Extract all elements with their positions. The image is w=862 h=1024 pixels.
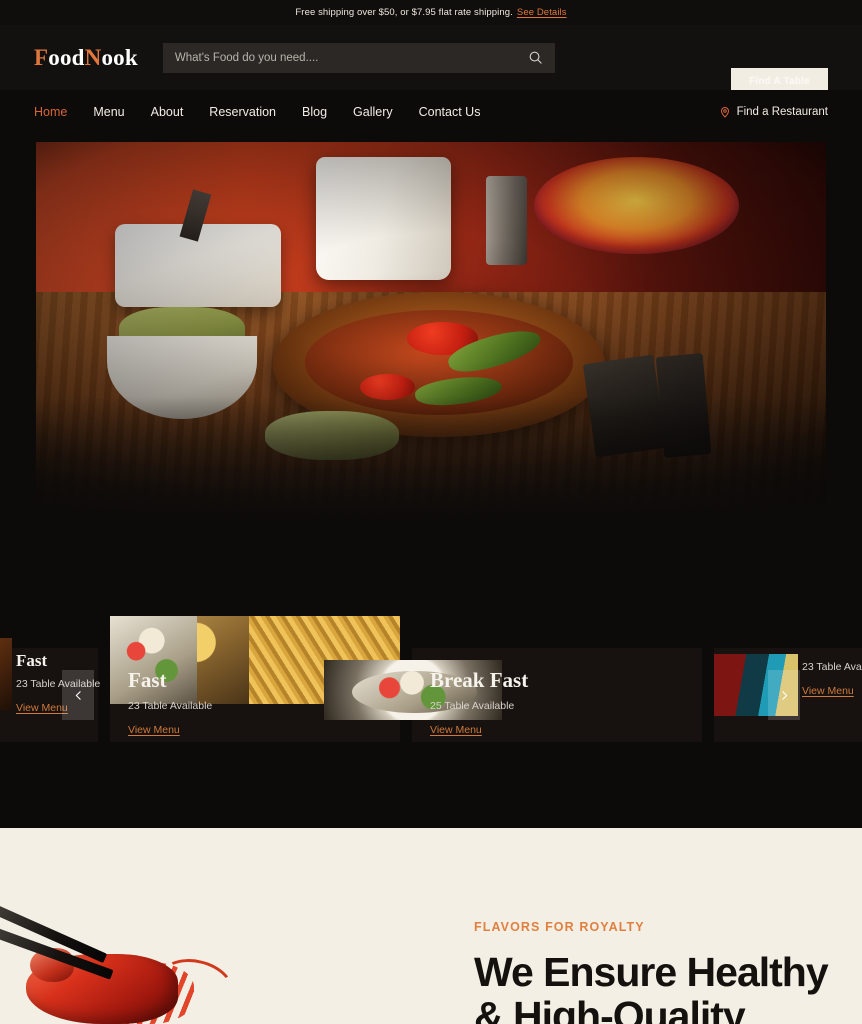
slide-view-menu-link[interactable]: View Menu (128, 724, 180, 736)
nav-item-blog[interactable]: Blog (302, 105, 327, 119)
carousel-next-button[interactable] (768, 670, 800, 720)
main-navigation: Home Menu About Reservation Blog Gallery… (0, 90, 862, 134)
carousel-slide[interactable]: Break Fast 25 Table Available View Menu (324, 648, 702, 742)
about-title-line-2: & High-Quality (474, 993, 746, 1024)
about-section: FLAVORS FOR ROYALTY We Ensure Healthy & … (0, 828, 862, 1024)
hero-fade-overlay (36, 396, 826, 516)
hero-banner (36, 142, 826, 516)
slide-title: Fast (16, 651, 48, 670)
logo-letter-f: F (34, 44, 49, 70)
carousel-prev-button[interactable] (62, 670, 94, 720)
slide-tables-available: 25 Table Available (430, 700, 515, 712)
nav-item-home[interactable]: Home (34, 105, 67, 119)
nav-item-contact-us[interactable]: Contact Us (419, 105, 481, 119)
page-root: Free shipping over $50, or $7.95 flat ra… (0, 0, 862, 1024)
slide-title: Break Fast (430, 668, 529, 692)
search-input[interactable] (174, 51, 528, 64)
nav-item-about[interactable]: About (151, 105, 184, 119)
chevron-right-icon (781, 690, 787, 700)
find-a-restaurant-label: Find a Restaurant (736, 106, 828, 118)
nav-item-menu[interactable]: Menu (93, 105, 124, 119)
logo-letter-n: N (84, 44, 102, 70)
slide-thumbnail (0, 638, 12, 710)
carousel-track: Fast 23 Table Available View Menu Fast 2… (0, 616, 862, 742)
about-title-line-1: We Ensure Healthy (474, 949, 829, 995)
about-title: We Ensure Healthy & High-Quality (474, 950, 862, 1024)
find-a-restaurant-link[interactable]: Find a Restaurant (719, 106, 828, 118)
logo-text-ook: ook (101, 44, 138, 70)
logo-text-ood: ood (48, 44, 85, 70)
lobster-image (0, 898, 290, 1024)
site-header: FoodNook Find A Table (0, 25, 862, 95)
slide-view-menu-link[interactable]: View Menu (16, 702, 68, 714)
announcement-bar: Free shipping over $50, or $7.95 flat ra… (0, 0, 862, 25)
about-eyebrow: FLAVORS FOR ROYALTY (474, 920, 645, 934)
slide-tables-available: 23 Table Available (802, 661, 862, 673)
search-icon[interactable] (528, 50, 543, 65)
slide-view-menu-link[interactable]: View Menu (802, 685, 854, 697)
location-pin-icon (720, 107, 729, 118)
nav-item-gallery[interactable]: Gallery (353, 105, 393, 119)
chevron-left-icon (75, 690, 81, 700)
slide-view-menu-link[interactable]: View Menu (430, 724, 482, 736)
see-details-link[interactable]: See Details (517, 7, 567, 18)
nav-links: Home Menu About Reservation Blog Gallery… (34, 105, 480, 119)
announcement-text: Free shipping over $50, or $7.95 flat ra… (295, 7, 513, 18)
search-bar[interactable] (162, 42, 555, 73)
brand-logo[interactable]: FoodNook (34, 45, 138, 71)
about-copy: FLAVORS FOR ROYALTY We Ensure Healthy & … (474, 920, 862, 1024)
nav-item-reservation[interactable]: Reservation (209, 105, 276, 119)
menu-carousel: Fast 23 Table Available View Menu Fast 2… (0, 616, 862, 742)
